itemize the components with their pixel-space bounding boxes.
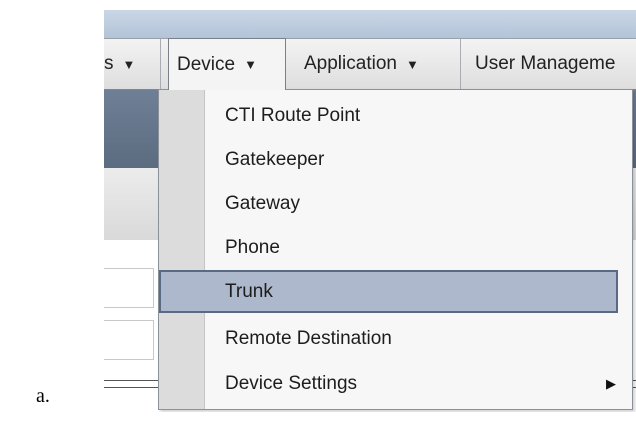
header-bar [104, 10, 636, 38]
figure-caption: a. [36, 385, 50, 407]
menu-user-management-label: User Manageme [475, 53, 616, 74]
caret-down-icon: ▼ [122, 56, 136, 72]
menu-item-cti-route-point[interactable]: CTI Route Point [159, 94, 632, 137]
menu-item-label: Gateway [225, 192, 300, 214]
menu-item-device-settings[interactable]: Device Settings ▶ [159, 362, 632, 405]
menu-item-label: Trunk [225, 280, 273, 302]
menu-item-phone[interactable]: Phone [159, 226, 632, 269]
device-dropdown-menu: CTI Route Point Gatekeeper Gateway Phone… [158, 89, 633, 410]
caret-right-icon: ▶ [606, 375, 616, 391]
menu-item-trunk[interactable]: Trunk [159, 270, 618, 313]
menu-item-label: Phone [225, 236, 280, 258]
menu-item-label: Remote Destination [225, 327, 392, 349]
menu-previous-label: s [104, 53, 114, 74]
menu-separator [460, 39, 461, 89]
menu-item-gateway[interactable]: Gateway [159, 182, 632, 225]
input-field[interactable] [104, 320, 154, 360]
menu-device-label: Device [177, 53, 236, 75]
menu-application-label: Application [304, 53, 397, 74]
menu-bar: s ▼ Device ▼ Application ▼ User Manageme [104, 38, 636, 90]
menu-item-gatekeeper[interactable]: Gatekeeper [159, 138, 632, 181]
menu-user-management[interactable]: User Manageme [475, 39, 615, 89]
menu-item-label: Device Settings [225, 372, 358, 394]
menu-previous[interactable]: s ▼ [104, 39, 135, 89]
menu-item-label: CTI Route Point [225, 104, 361, 126]
menu-item-remote-destination[interactable]: Remote Destination [159, 317, 632, 360]
menu-application[interactable]: Application ▼ [304, 39, 419, 89]
menu-item-label: Gatekeeper [225, 148, 325, 170]
caret-down-icon: ▼ [405, 56, 419, 72]
caret-down-icon: ▼ [244, 57, 257, 72]
menu-separator [160, 39, 161, 89]
screenshot: s ▼ Device ▼ Application ▼ User Manageme… [104, 10, 636, 412]
menu-device[interactable]: Device ▼ [168, 38, 286, 90]
input-field[interactable] [104, 268, 154, 308]
